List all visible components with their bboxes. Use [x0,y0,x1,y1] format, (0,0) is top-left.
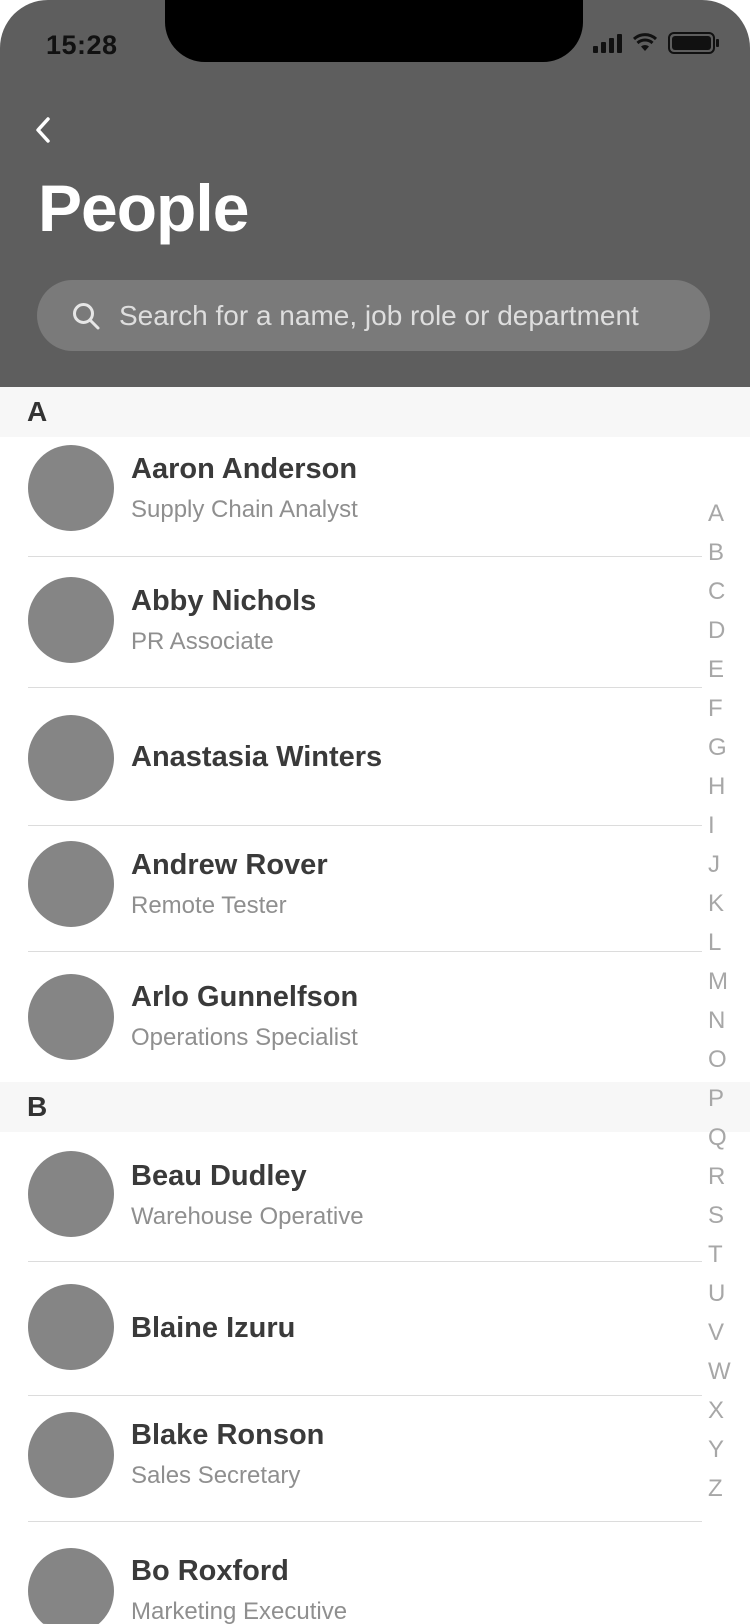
person-role: Sales Secretary [131,1462,301,1489]
index-letter[interactable]: B [700,533,724,572]
index-letter[interactable]: N [700,1001,725,1040]
index-letter[interactable]: X [700,1391,724,1430]
index-letter[interactable]: W [700,1352,731,1391]
search-bar[interactable] [37,280,710,351]
index-letter[interactable]: I [700,806,715,845]
list-item[interactable]: Blaine Izuru [0,1262,700,1395]
person-name: Andrew Rover [131,849,328,881]
avatar [28,841,114,927]
person-role: Supply Chain Analyst [131,496,358,523]
person-name: Blaine Izuru [131,1312,296,1344]
avatar [28,445,114,531]
avatar [28,974,114,1060]
list-item[interactable]: Bo Roxford Marketing Executive [0,1522,700,1624]
person-role: Warehouse Operative [131,1203,364,1230]
person-role: Operations Specialist [131,1024,358,1051]
device-notch [165,0,583,62]
index-letter[interactable]: A [700,494,724,533]
index-letter[interactable]: J [700,845,720,884]
index-letter[interactable]: Q [700,1118,727,1157]
person-name: Bo Roxford [131,1555,289,1587]
back-button[interactable] [28,112,58,148]
alphabet-index[interactable]: A B C D E F G H I J K L M N O P Q R S T … [700,494,750,1508]
list-item[interactable]: Abby Nichols PR Associate [0,557,700,687]
status-time: 15:28 [46,30,118,60]
person-name: Aaron Anderson [131,453,358,485]
index-letter[interactable]: P [700,1079,724,1118]
index-letter[interactable]: V [700,1313,724,1352]
battery-icon [668,32,720,54]
index-letter[interactable]: Y [700,1430,724,1469]
search-icon [73,302,100,329]
index-letter[interactable]: M [700,962,728,1001]
index-letter[interactable]: U [700,1274,725,1313]
avatar [28,1284,114,1370]
index-letter[interactable]: R [700,1157,725,1196]
section-header-a: A [0,387,750,437]
index-letter[interactable]: L [700,923,721,962]
search-input[interactable] [117,298,681,333]
avatar [28,715,114,801]
index-letter[interactable]: D [700,611,725,650]
wifi-icon [632,33,658,53]
index-letter[interactable]: C [700,572,725,611]
section-header-b: B [0,1082,750,1132]
person-name: Blake Ronson [131,1419,325,1451]
list-item[interactable]: Aaron Anderson Supply Chain Analyst [0,437,700,556]
index-letter[interactable]: F [700,689,723,728]
index-letter[interactable]: O [700,1040,727,1079]
avatar [28,1412,114,1498]
index-letter[interactable]: Z [700,1469,723,1508]
avatar [28,1548,114,1624]
people-screen: 15:28 People Search for a name, job role… [0,0,750,1624]
index-letter[interactable]: T [700,1235,723,1274]
index-letter[interactable]: G [700,728,727,767]
person-role: PR Associate [131,628,274,655]
index-letter[interactable]: E [700,650,724,689]
avatar [28,1151,114,1237]
list-item[interactable]: Andrew Rover Remote Tester [0,826,700,951]
index-letter[interactable]: S [700,1196,724,1235]
index-letter[interactable]: K [700,884,724,923]
person-role: Remote Tester [131,892,287,919]
chevron-left-icon [36,117,50,143]
index-letter[interactable]: H [700,767,725,806]
list-item[interactable]: Blake Ronson Sales Secretary [0,1396,700,1521]
avatar [28,577,114,663]
person-name: Beau Dudley [131,1160,307,1192]
list-item[interactable]: Arlo Gunnelfson Operations Specialist [0,952,700,1082]
person-name: Anastasia Winters [131,741,383,773]
page-title: People [38,171,249,245]
cellular-signal-icon [593,33,622,53]
list-item[interactable]: Anastasia Winters [0,688,700,825]
person-name: Arlo Gunnelfson [131,981,359,1013]
header: 15:28 People Search for a name, job role… [0,0,750,387]
list-item[interactable]: Beau Dudley Warehouse Operative [0,1132,700,1261]
status-icons [593,32,720,54]
person-role: Marketing Executive [131,1598,348,1624]
person-name: Abby Nichols [131,585,317,617]
